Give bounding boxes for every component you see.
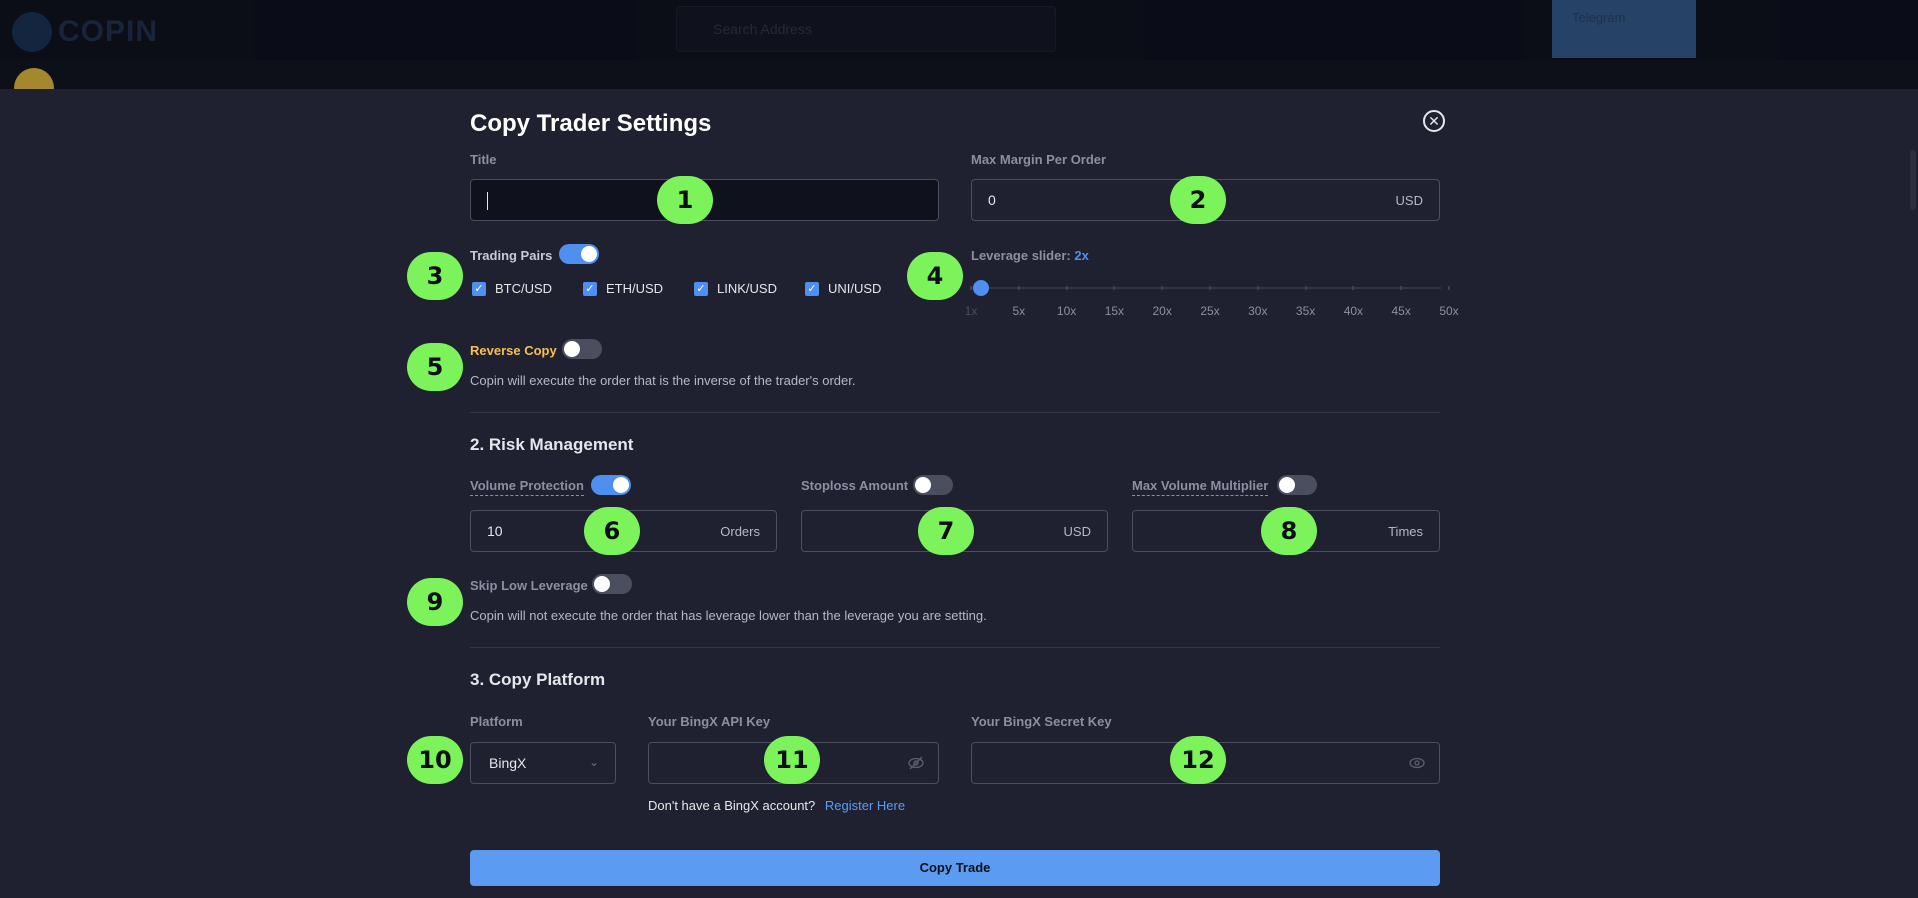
leverage-tick	[1352, 286, 1355, 290]
pair-label-eth: ETH/USD	[606, 281, 664, 296]
api-key-label: Your BingX API Key	[648, 714, 771, 729]
annotation-badge: 5	[407, 343, 463, 391]
trading-pairs-label: Trading Pairs	[470, 248, 553, 263]
skip-low-leverage-label: Skip Low Leverage	[470, 578, 588, 593]
leverage-label: Leverage slider: 2x	[971, 248, 1089, 263]
volume-protection-unit: Orders	[720, 524, 760, 539]
max-margin-label: Max Margin Per Order	[971, 152, 1107, 167]
annotation-badge: 6	[584, 507, 640, 555]
reverse-copy-label: Reverse Copy	[470, 343, 557, 358]
volume-protection-toggle[interactable]	[591, 475, 631, 495]
leverage-tick	[1017, 286, 1020, 290]
leverage-tick-label: 30x	[1248, 304, 1268, 318]
leverage-tick	[1256, 286, 1259, 290]
max-margin-unit: USD	[1395, 193, 1423, 208]
register-link[interactable]: Register Here	[825, 798, 905, 813]
annotation-badge: 4	[907, 252, 963, 300]
leverage-tick	[1065, 286, 1068, 290]
annotation-badge: 7	[918, 507, 974, 555]
close-icon[interactable]: ✕	[1423, 110, 1445, 132]
pair-label-btc: BTC/USD	[495, 281, 553, 296]
max-volume-multiplier-unit: Times	[1388, 524, 1423, 539]
no-account-text: Don't have a BingX account? Register Her…	[648, 798, 906, 813]
leverage-tick	[1304, 286, 1307, 290]
leverage-tick	[1209, 286, 1211, 290]
leverage-tick	[970, 286, 972, 290]
annotation-badge: 12	[1170, 736, 1226, 784]
eye-icon[interactable]	[1409, 755, 1425, 771]
platform-select[interactable]: BingX ⌄	[470, 742, 616, 784]
annotation-badge: 2	[1170, 176, 1226, 224]
reverse-copy-toggle[interactable]	[562, 339, 602, 359]
leverage-tick-label: 25x	[1200, 304, 1220, 318]
checkbox-link[interactable]: ✓	[694, 282, 708, 296]
search-input: Search Address	[676, 6, 1056, 52]
modal-scrollbar[interactable]	[1910, 150, 1916, 210]
leverage-value: 2x	[1074, 248, 1089, 263]
pair-label-link: LINK/USD	[717, 281, 777, 296]
annotation-badge: 9	[407, 578, 463, 626]
leverage-tick-label: 40x	[1343, 304, 1364, 318]
annotation-badge: 10	[407, 736, 463, 784]
copy-platform-title: 3. Copy Platform	[470, 670, 606, 689]
checkbox-uni[interactable]: ✓	[805, 282, 819, 296]
max-volume-multiplier-label: Max Volume Multiplier	[1132, 478, 1269, 496]
telegram-button: Telegram	[1552, 0, 1696, 58]
secret-key-label: Your BingX Secret Key	[971, 714, 1112, 729]
skip-low-leverage-toggle[interactable]	[592, 574, 632, 594]
pair-label-uni: UNI/USD	[828, 281, 882, 296]
leverage-tick-label: 20x	[1152, 304, 1172, 318]
leverage-tick-label: 10x	[1056, 304, 1077, 318]
leverage-tick	[1448, 286, 1450, 290]
skip-low-leverage-description: Copin will not execute the order that ha…	[470, 608, 987, 623]
max-volume-multiplier-toggle[interactable]	[1277, 475, 1317, 495]
eye-off-icon[interactable]	[908, 755, 924, 771]
app-logo: COPIN	[12, 12, 158, 52]
volume-protection-label: Volume Protection	[470, 478, 584, 496]
annotation-badge: 8	[1261, 507, 1317, 555]
copy-trade-button[interactable]: Copy Trade	[470, 850, 1440, 886]
copy-trader-settings-modal	[0, 89, 1918, 898]
leverage-tick	[1113, 286, 1116, 290]
leverage-tick-label: 35x	[1295, 304, 1316, 318]
checkbox-btc[interactable]: ✓	[472, 282, 486, 296]
leverage-slider-thumb[interactable]	[973, 280, 989, 296]
annotation-badge: 1	[657, 176, 713, 224]
logo-icon	[12, 12, 52, 52]
stoploss-unit: USD	[1063, 524, 1091, 539]
divider	[470, 412, 1440, 413]
divider	[470, 647, 1440, 648]
checkbox-eth[interactable]: ✓	[583, 282, 597, 296]
chevron-down-icon: ⌄	[588, 755, 599, 769]
leverage-tick-label: 1x	[964, 304, 978, 318]
leverage-tick-label: 50x	[1439, 304, 1459, 318]
logo-text: COPIN	[58, 15, 159, 48]
app-top-bar: COPIN Search Address Telegram	[0, 0, 1918, 60]
leverage-tick-label: 45x	[1391, 304, 1411, 318]
stoploss-label: Stoploss Amount	[801, 478, 909, 493]
modal-title: Copy Trader Settings	[470, 110, 712, 137]
trading-pairs-toggle[interactable]	[559, 244, 599, 264]
platform-select-value: BingX	[489, 755, 527, 771]
stoploss-toggle[interactable]	[913, 475, 953, 495]
volume-protection-value: 10	[487, 523, 503, 539]
platform-label: Platform	[470, 714, 523, 729]
annotation-badge: 3	[407, 252, 463, 300]
leverage-slider-track[interactable]	[971, 287, 1441, 289]
risk-management-title: 2. Risk Management	[470, 435, 634, 454]
reverse-copy-description: Copin will execute the order that is the…	[470, 373, 856, 388]
leverage-tick	[1161, 286, 1164, 290]
annotation-badge: 11	[764, 736, 820, 784]
leverage-tick-label: 5x	[1012, 304, 1026, 318]
title-label: Title	[470, 152, 497, 167]
leverage-tick-label: 15x	[1104, 304, 1125, 318]
leverage-tick	[1400, 286, 1403, 290]
text-caret	[487, 192, 488, 210]
max-margin-value: 0	[988, 192, 996, 208]
